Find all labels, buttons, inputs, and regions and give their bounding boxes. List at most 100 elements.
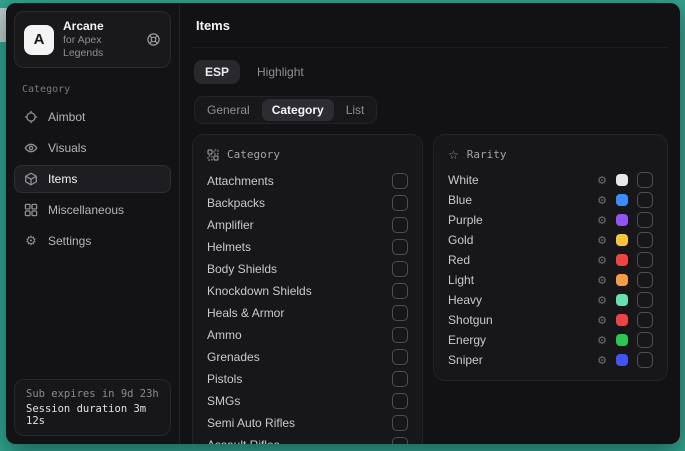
rarity-checkbox[interactable] (637, 312, 653, 328)
gear-icon[interactable]: ⚙ (597, 215, 607, 226)
color-swatch[interactable] (616, 354, 628, 366)
color-swatch[interactable] (616, 294, 628, 306)
sidebar-item-miscellaneous[interactable]: Miscellaneous (14, 196, 171, 224)
rarity-checkbox[interactable] (637, 172, 653, 188)
rarity-checkbox[interactable] (637, 292, 653, 308)
color-swatch[interactable] (616, 174, 628, 186)
sidebar-item-items[interactable]: Items (14, 165, 171, 193)
gear-icon[interactable]: ⚙ (597, 295, 607, 306)
color-swatch[interactable] (616, 214, 628, 226)
rarity-row[interactable]: Blue ⚙ (448, 190, 653, 210)
category-row-label: Body Shields (207, 262, 277, 276)
category-row-label: Pistols (207, 372, 242, 386)
main-header: Items (192, 17, 668, 48)
rarity-row[interactable]: White ⚙ (448, 170, 653, 190)
category-row-label: SMGs (207, 394, 240, 408)
sidebar-item-settings[interactable]: ⚙ Settings (14, 227, 171, 255)
category-card-title: Category (227, 148, 280, 161)
category-row[interactable]: Ammo (207, 324, 408, 346)
category-checkbox[interactable] (392, 393, 408, 409)
category-checkbox[interactable] (392, 261, 408, 277)
lifebuoy-icon[interactable] (146, 32, 161, 47)
color-swatch[interactable] (616, 234, 628, 246)
app-logo: A (24, 25, 54, 55)
rarity-card: ☆ Rarity White ⚙ Blue (433, 134, 668, 381)
sidebar-item-visuals[interactable]: Visuals (14, 134, 171, 162)
category-checkbox[interactable] (392, 283, 408, 299)
app-title: Arcane (63, 19, 137, 34)
rarity-row[interactable]: Energy ⚙ (448, 330, 653, 350)
grid-icon (24, 203, 38, 217)
rarity-checkbox[interactable] (637, 192, 653, 208)
category-row[interactable]: Backpacks (207, 192, 408, 214)
category-checkbox[interactable] (392, 371, 408, 387)
category-row-label: Heals & Armor (207, 306, 284, 320)
category-row[interactable]: Body Shields (207, 258, 408, 280)
category-row[interactable]: Attachments (207, 170, 408, 192)
tab-esp[interactable]: ESP (194, 60, 240, 84)
color-swatch[interactable] (616, 274, 628, 286)
category-card: Category Attachments Backpacks (192, 134, 423, 444)
rarity-checkbox[interactable] (637, 352, 653, 368)
rarity-row[interactable]: Gold ⚙ (448, 230, 653, 250)
category-row[interactable]: Helmets (207, 236, 408, 258)
rarity-row[interactable]: Sniper ⚙ (448, 350, 653, 370)
category-checkbox[interactable] (392, 217, 408, 233)
gear-icon[interactable]: ⚙ (597, 235, 607, 246)
category-checkbox[interactable] (392, 239, 408, 255)
view-tabs: General Category List (194, 96, 377, 124)
brand-card[interactable]: A Arcane for Apex Legends (14, 11, 171, 68)
category-row-label: Assault Rifles (207, 438, 280, 444)
category-row[interactable]: Pistols (207, 368, 408, 390)
category-row-label: Semi Auto Rifles (207, 416, 295, 430)
category-row[interactable]: Knockdown Shields (207, 280, 408, 302)
gear-icon[interactable]: ⚙ (597, 275, 607, 286)
category-row[interactable]: Grenades (207, 346, 408, 368)
rarity-row[interactable]: Shotgun ⚙ (448, 310, 653, 330)
rarity-checkbox[interactable] (637, 212, 653, 228)
sidebar-item-label: Items (48, 172, 77, 186)
category-row[interactable]: Heals & Armor (207, 302, 408, 324)
rarity-row-label: Purple (448, 213, 597, 227)
rarity-card-header: ☆ Rarity (448, 145, 653, 170)
category-checkbox[interactable] (392, 305, 408, 321)
rarity-row-label: Heavy (448, 293, 597, 307)
gear-icon[interactable]: ⚙ (597, 195, 607, 206)
rarity-row[interactable]: Heavy ⚙ (448, 290, 653, 310)
rarity-checkbox[interactable] (637, 232, 653, 248)
rarity-checkbox[interactable] (637, 332, 653, 348)
gear-icon[interactable]: ⚙ (597, 315, 607, 326)
color-swatch[interactable] (616, 194, 628, 206)
category-checkbox[interactable] (392, 195, 408, 211)
rarity-row-label: Red (448, 253, 597, 267)
rarity-row[interactable]: Light ⚙ (448, 270, 653, 290)
category-row[interactable]: SMGs (207, 390, 408, 412)
category-row[interactable]: Semi Auto Rifles (207, 412, 408, 434)
rarity-row[interactable]: Red ⚙ (448, 250, 653, 270)
tab-category[interactable]: Category (262, 99, 334, 121)
tab-general[interactable]: General (197, 99, 260, 121)
category-checkbox[interactable] (392, 349, 408, 365)
sidebar-item-label: Aimbot (48, 110, 85, 124)
category-checkbox[interactable] (392, 327, 408, 343)
tab-highlight[interactable]: Highlight (246, 60, 315, 84)
sidebar-item-label: Settings (48, 234, 91, 248)
tab-list[interactable]: List (336, 99, 375, 121)
rarity-row-label: White (448, 173, 597, 187)
category-checkbox[interactable] (392, 437, 408, 444)
gear-icon[interactable]: ⚙ (597, 335, 607, 346)
category-checkbox[interactable] (392, 415, 408, 431)
rarity-row[interactable]: Purple ⚙ (448, 210, 653, 230)
rarity-checkbox[interactable] (637, 252, 653, 268)
color-swatch[interactable] (616, 254, 628, 266)
category-checkbox[interactable] (392, 173, 408, 189)
color-swatch[interactable] (616, 334, 628, 346)
color-swatch[interactable] (616, 314, 628, 326)
gear-icon[interactable]: ⚙ (597, 175, 607, 186)
gear-icon[interactable]: ⚙ (597, 355, 607, 366)
sidebar-item-aimbot[interactable]: Aimbot (14, 103, 171, 131)
rarity-checkbox[interactable] (637, 272, 653, 288)
category-row[interactable]: Assault Rifles (207, 434, 408, 444)
gear-icon[interactable]: ⚙ (597, 255, 607, 266)
category-row[interactable]: Amplifier (207, 214, 408, 236)
